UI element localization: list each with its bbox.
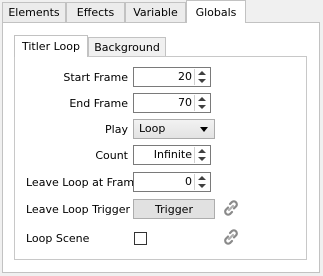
count-spinbox[interactable]: Infinite [133,145,211,165]
leave-loop-trigger-label: Leave Loop Trigger [26,203,131,216]
tab-titler-loop[interactable]: Titler Loop [14,35,88,57]
tab-globals[interactable]: Globals [186,0,246,23]
chevron-down-icon [200,127,208,132]
play-value: Loop [139,122,166,135]
leave-loop-at-frame-stepper[interactable] [194,174,209,190]
count-label: Count [95,149,128,162]
leave-loop-at-frame-label: Leave Loop at Frame [26,176,141,189]
tab-variable-label: Variable [133,6,178,19]
tab-background-label: Background [94,41,160,54]
spin-down-icon[interactable] [198,79,206,83]
end-frame-spinbox[interactable]: 70 [133,93,211,113]
end-frame-label: End Frame [69,97,128,110]
end-frame-stepper[interactable] [194,95,209,111]
play-select[interactable]: Loop [133,119,215,139]
spin-up-icon[interactable] [198,149,206,153]
spin-up-icon[interactable] [198,71,206,75]
spin-up-icon[interactable] [198,97,206,101]
loop-scene-label: Loop Scene [26,232,90,245]
tab-titler-loop-label: Titler Loop [22,40,80,53]
loop-scene-checkbox[interactable] [134,232,147,245]
link-icon[interactable] [222,199,240,217]
tab-elements[interactable]: Elements [2,2,66,22]
leave-loop-at-frame-value: 0 [185,175,192,188]
tab-effects-label: Effects [76,6,115,19]
end-frame-value: 70 [178,96,192,109]
spin-up-icon[interactable] [198,176,206,180]
count-value: Infinite [153,148,192,161]
start-frame-stepper[interactable] [194,69,209,85]
play-label: Play [105,123,128,136]
tab-effects[interactable]: Effects [66,2,125,22]
link-icon[interactable] [222,228,240,246]
trigger-button-label: Trigger [155,202,193,216]
start-frame-spinbox[interactable]: 20 [133,67,211,87]
start-frame-value: 20 [178,70,192,83]
trigger-button[interactable]: Trigger [133,199,215,219]
start-frame-label: Start Frame [63,71,128,84]
tab-variable[interactable]: Variable [125,2,186,22]
tab-elements-label: Elements [8,6,60,19]
spin-down-icon[interactable] [198,184,206,188]
spin-down-icon[interactable] [198,105,206,109]
leave-loop-at-frame-spinbox[interactable]: 0 [133,172,211,192]
tab-background[interactable]: Background [88,37,166,57]
spin-down-icon[interactable] [198,157,206,161]
tab-globals-label: Globals [195,5,237,19]
count-stepper[interactable] [194,147,209,163]
